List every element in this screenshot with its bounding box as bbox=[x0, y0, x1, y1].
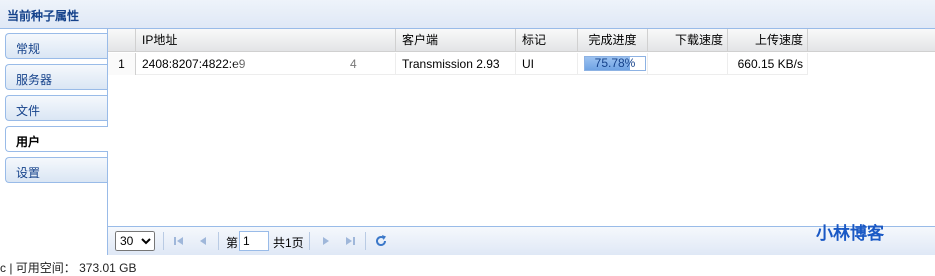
ip-address-tail: 4 bbox=[350, 57, 357, 71]
col-header-download-speed[interactable]: 下载速度 bbox=[648, 29, 728, 52]
sidebar-tab-general[interactable]: 常规 bbox=[5, 33, 107, 59]
col-header-upload-speed[interactable]: 上传速度 bbox=[728, 29, 808, 52]
pagination-bar: 30 第 共1页 bbox=[108, 226, 935, 255]
watermark-logo: 小林博客 bbox=[816, 224, 884, 244]
col-header-index bbox=[108, 29, 136, 52]
sidebar-tab-settings[interactable]: 设置 bbox=[5, 157, 107, 183]
first-page-icon[interactable] bbox=[171, 233, 187, 249]
sidebar-tab-label: 用户 bbox=[16, 135, 41, 149]
sidebar-tab-label: 服务器 bbox=[16, 73, 53, 87]
sidebar-tab-trackers[interactable]: 服务器 bbox=[5, 64, 107, 90]
progress-text: 75.78% bbox=[594, 56, 636, 70]
cell-progress: 75.78% bbox=[578, 53, 648, 75]
sidebar-tab-label: 文件 bbox=[16, 104, 41, 118]
refresh-icon[interactable] bbox=[373, 233, 389, 249]
pager-separator bbox=[365, 232, 366, 250]
pager-separator bbox=[163, 232, 164, 250]
sidebar-tab-label: 常规 bbox=[16, 42, 41, 56]
progress-bar: 75.78% bbox=[584, 56, 646, 71]
sidebar-tab-label: 设置 bbox=[16, 166, 41, 180]
cell-client: Transmission 2.93 bbox=[396, 53, 516, 75]
col-header-progress[interactable]: 完成进度 bbox=[578, 29, 648, 52]
panel-title: 当前种子属性 bbox=[7, 9, 80, 23]
cell-flags: UI bbox=[516, 53, 578, 75]
panel-header: 当前种子属性 bbox=[0, 0, 935, 29]
peers-grid: IP地址 客户端 标记 完成进度 下载速度 上传速度 1 2408:8207:4… bbox=[108, 29, 935, 226]
ip-address: 2408:8207:4822:e9 bbox=[142, 57, 246, 71]
total-pages-label: 共1页 bbox=[273, 236, 304, 250]
pager-separator bbox=[309, 232, 310, 250]
page-label: 第 bbox=[226, 236, 239, 250]
col-header-client[interactable]: 客户端 bbox=[396, 29, 516, 52]
cell-upload-speed: 660.15 KB/s bbox=[728, 53, 808, 75]
redaction-blur bbox=[234, 56, 346, 72]
page-size-select[interactable]: 30 bbox=[115, 231, 155, 251]
col-header-flags[interactable]: 标记 bbox=[516, 29, 578, 52]
row-number: 1 bbox=[108, 53, 136, 75]
pager-separator bbox=[218, 232, 219, 250]
sidebar: 常规 服务器 文件 用户 设置 bbox=[0, 29, 108, 255]
next-page-icon[interactable] bbox=[318, 233, 334, 249]
last-page-icon[interactable] bbox=[342, 233, 358, 249]
grid-header: IP地址 客户端 标记 完成进度 下载速度 上传速度 bbox=[108, 29, 935, 52]
col-header-ip[interactable]: IP地址 bbox=[136, 29, 396, 52]
page-number-input[interactable] bbox=[239, 231, 269, 251]
cell-ip: 2408:8207:4822:e9 4 bbox=[136, 53, 396, 75]
sidebar-tab-files[interactable]: 文件 bbox=[5, 95, 107, 121]
prev-page-icon[interactable] bbox=[195, 233, 211, 249]
sidebar-tab-peers[interactable]: 用户 bbox=[5, 126, 108, 152]
table-row[interactable]: 1 2408:8207:4822:e9 4 Transmission 2.93 … bbox=[108, 53, 808, 75]
cell-download-speed bbox=[648, 53, 728, 75]
